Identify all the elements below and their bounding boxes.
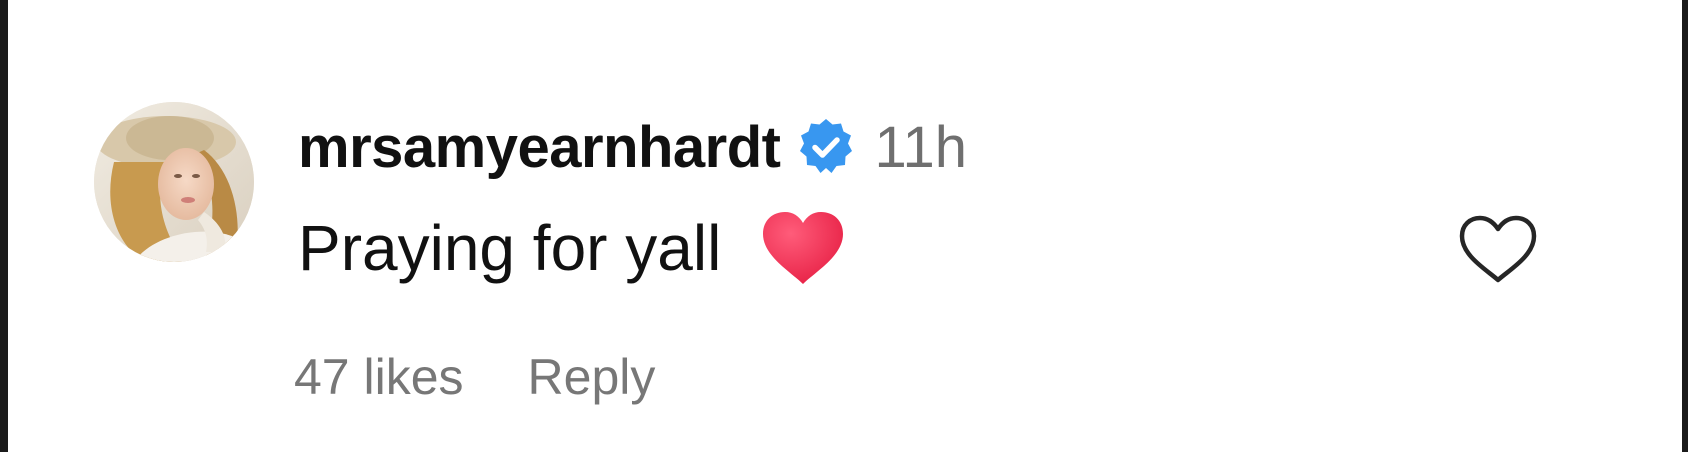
comment-screenshot: mrsamyearnhardt 11h Praying for yall 47 … [0,0,1688,452]
comment-text: Praying for yall [298,212,722,284]
avatar-photo [94,102,254,262]
likes-count[interactable]: 47 likes [294,348,464,406]
verified-badge-icon [795,116,857,178]
timestamp[interactable]: 11h [875,114,967,181]
right-border [1682,0,1688,452]
reply-button[interactable]: Reply [528,348,656,406]
comment-header: mrsamyearnhardt 11h [298,112,967,182]
red-heart-emoji [761,210,845,286]
like-heart-icon[interactable] [1458,214,1538,286]
left-border [0,0,8,452]
username[interactable]: mrsamyearnhardt [298,114,781,181]
avatar[interactable] [94,102,254,262]
comment-body: Praying for yall [298,208,845,288]
comment-meta: 47 likes Reply [294,344,655,410]
